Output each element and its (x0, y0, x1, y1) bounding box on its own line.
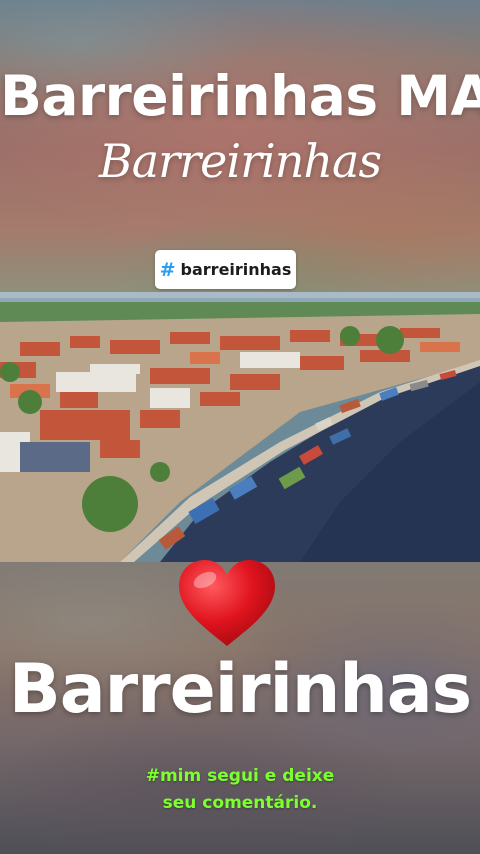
hashtag-icon: # (159, 258, 176, 281)
heart-icon (179, 560, 275, 646)
story-script-title: Barreirinhas (98, 134, 382, 188)
caption-line-1: #mim segui e deixe (145, 766, 335, 786)
aerial-photo (0, 292, 480, 562)
hashtag-label: barreirinhas (180, 260, 292, 279)
hashtag-sticker[interactable]: # barreirinhas (155, 250, 296, 289)
story-title: Barreirinhas MA (0, 64, 480, 128)
story-caption: #mim segui e deixe seu comentário. (0, 763, 480, 817)
caption-line-2: seu comentário. (162, 793, 318, 813)
story-frame[interactable]: Barreirinhas MA Barreirinhas # barreirin… (0, 0, 480, 854)
story-big-title: Barreirinhas (8, 650, 472, 729)
